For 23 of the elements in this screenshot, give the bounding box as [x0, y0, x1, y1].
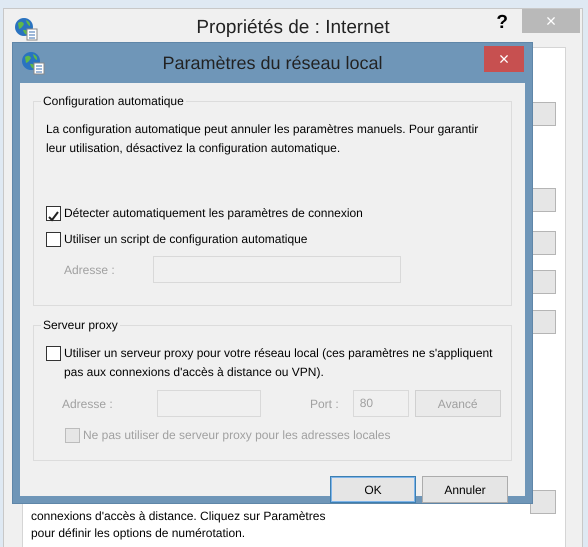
dialog-button[interactable]: Annuler: [422, 476, 508, 503]
checkbox-label: Détecter automatiquement les paramètres de connexion: [64, 205, 363, 222]
checkbox[interactable]: [46, 206, 61, 221]
checkbox[interactable]: [46, 232, 61, 247]
field-label: Adresse :: [64, 262, 116, 278]
field-label: Adresse :: [62, 396, 114, 412]
help-button[interactable]: ?: [492, 9, 512, 38]
close-button[interactable]: ×: [484, 46, 524, 72]
group-title: Configuration automatique: [41, 93, 186, 109]
partial-button[interactable]: [530, 490, 556, 514]
panel-text: pour définir les options de numérotation.: [31, 525, 246, 542]
checkbox[interactable]: [46, 346, 61, 361]
checkbox-label: Utiliser un serveur proxy pour votre réseau local (ces paramètres ne s'appliquent pas aux connexions d'accès à distance ou VPN).: [64, 345, 494, 381]
globe-icon: [14, 17, 38, 41]
dialog-title: Paramètres du réseau local: [162, 52, 383, 74]
panel-text: connexions d'accès à distance. Cliquez sur Paramètres: [31, 508, 326, 525]
checkbox-label: Ne pas utiliser de serveur proxy pour les adresses locales: [83, 427, 390, 444]
window-title: Propriétés de : Internet: [196, 16, 390, 40]
globe-icon: [21, 51, 45, 75]
checkbox-label: Utiliser un script de configuration automatique: [64, 231, 308, 248]
field-label: Port :: [310, 396, 339, 412]
description-text: La configuration automatique peut annuler les paramètres manuels. Pour garantir leur utilisation, désactivez la configuration automatique.: [46, 121, 480, 157]
dialog-button[interactable]: OK: [330, 476, 416, 503]
